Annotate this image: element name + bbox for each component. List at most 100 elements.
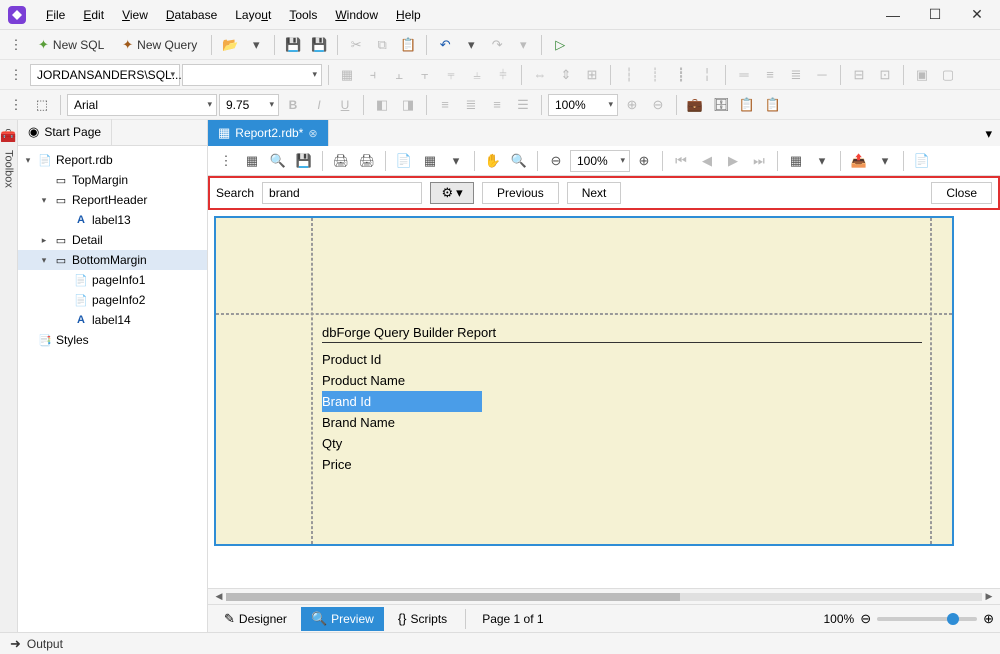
toolbox-icon[interactable]: 💼 — [683, 93, 707, 117]
tab-designer[interactable]: ✎Designer — [214, 607, 297, 631]
maximize-button[interactable]: ☐ — [920, 3, 950, 27]
fontsize-combo[interactable]: 9.75 — [219, 94, 279, 116]
report-field: Product Name — [322, 370, 482, 391]
grip-icon: ⋮ — [4, 93, 28, 117]
print-icon[interactable]: 🖨 — [329, 149, 353, 173]
watermark-drop-icon[interactable]: ▾ — [873, 149, 897, 173]
hspace-eq-icon: ┆ — [617, 63, 641, 87]
report-canvas-scroll[interactable]: dbForge Query Builder Report Product Id … — [208, 210, 1000, 588]
editor-tab-strip: ▦ Report2.rdb* ⊗ ▾ — [208, 120, 1000, 146]
content-area: ▦ Report2.rdb* ⊗ ▾ ⋮ ▦ 🔍 💾 🖨 🖨 📄 ▦ ▾ ✋ 🔍… — [208, 120, 1000, 632]
toolbox-sidebar[interactable]: 🧰 Toolbox — [0, 120, 18, 632]
tab-start-page[interactable]: ◉ Start Page — [18, 119, 112, 145]
quickprint-icon[interactable]: 🖨 — [355, 149, 379, 173]
menu-view[interactable]: View — [114, 4, 156, 26]
watermark-icon[interactable]: 📤 — [847, 149, 871, 173]
save-icon[interactable]: 💾 — [292, 149, 316, 173]
new-query-button[interactable]: ✦New Query — [114, 35, 205, 55]
zoom-slider[interactable] — [877, 617, 977, 621]
zoom-in-icon[interactable]: ⊕ — [983, 611, 994, 627]
tree-pageinfo2[interactable]: 📄pageInfo2 — [18, 290, 207, 310]
zoom-slider-thumb[interactable] — [947, 613, 959, 625]
font-combo[interactable]: Arial — [67, 94, 217, 116]
zoom-value: 100% — [823, 612, 854, 626]
scale-icon[interactable]: ▦ — [418, 149, 442, 173]
tree-pageinfo1[interactable]: 📄pageInfo1 — [18, 270, 207, 290]
output-label[interactable]: Output — [27, 637, 63, 651]
undo-button[interactable]: ↶ — [433, 33, 457, 57]
tree-topmargin[interactable]: ▭TopMargin — [18, 170, 207, 190]
tree-detail[interactable]: ▸▭Detail — [18, 230, 207, 250]
output-icon[interactable]: ➜ — [10, 636, 21, 652]
connection-combo[interactable]: JORDANSANDERS\SQL... — [30, 64, 180, 86]
tree-label13[interactable]: Alabel13 — [18, 210, 207, 230]
close-search-button[interactable]: Close — [931, 182, 992, 204]
align-top-icon: ⫧ — [439, 63, 463, 87]
menu-file[interactable]: FFileile — [38, 4, 73, 26]
tree-reportheader[interactable]: ▾▭ReportHeader — [18, 190, 207, 210]
tree-root[interactable]: ▾📄Report.rdb — [18, 150, 207, 170]
doc-tab-strip: ◉ Start Page — [18, 120, 207, 146]
tree-bottommargin[interactable]: ▾▭BottomMargin — [18, 250, 207, 270]
save-all-button[interactable]: 💾 — [307, 33, 331, 57]
close-tab-icon[interactable]: ⊗ — [308, 127, 317, 140]
tree-styles[interactable]: 📑Styles — [18, 330, 207, 350]
scroll-right-icon[interactable]: ▶ — [982, 591, 996, 602]
undo-drop-icon[interactable]: ▾ — [459, 33, 483, 57]
zoom-combo[interactable]: 100% — [548, 94, 618, 116]
export-icon[interactable]: 📄 — [910, 149, 934, 173]
open-button[interactable]: 📂 — [218, 33, 242, 57]
tab-overflow-icon[interactable]: ▾ — [977, 122, 1000, 146]
center-h-icon: ⊟ — [847, 63, 871, 87]
next-button[interactable]: Next — [567, 182, 622, 204]
tab-report2[interactable]: ▦ Report2.rdb* ⊗ — [208, 120, 329, 146]
zoomin-icon[interactable]: ⊕ — [632, 149, 656, 173]
open-drop-icon[interactable]: ▾ — [244, 33, 268, 57]
tree-label14[interactable]: Alabel14 — [18, 310, 207, 330]
menu-layout[interactable]: Layout — [227, 4, 279, 26]
close-window-button[interactable]: ✕ — [962, 3, 992, 27]
report-icon: ▦ — [218, 125, 230, 141]
hand-icon[interactable]: ✋ — [481, 149, 505, 173]
magnifier-icon[interactable]: 🔍 — [507, 149, 531, 173]
zoom-out-icon[interactable]: ⊖ — [860, 611, 871, 627]
previous-button[interactable]: Previous — [482, 182, 559, 204]
search-settings-button[interactable]: ⚙ ▾ — [430, 182, 474, 204]
find-icon[interactable]: 🔍 — [266, 149, 290, 173]
scroll-track[interactable] — [226, 593, 982, 601]
menu-database[interactable]: Database — [158, 4, 225, 26]
new-sql-button[interactable]: ✦New SQL — [30, 35, 112, 55]
database-combo[interactable] — [182, 64, 322, 86]
menu-edit[interactable]: Edit — [75, 4, 112, 26]
last-page-icon: ⏭ — [747, 149, 771, 173]
zoomout-icon[interactable]: ⊖ — [544, 149, 568, 173]
tab-preview[interactable]: 🔍Preview — [301, 607, 384, 631]
menu-window[interactable]: Window — [327, 4, 386, 26]
scroll-left-icon[interactable]: ◀ — [212, 591, 226, 602]
preview-zoom-combo[interactable]: 100% — [570, 150, 630, 172]
pagesetup-icon[interactable]: 📄 — [392, 149, 416, 173]
menu-tools[interactable]: Tools — [281, 4, 325, 26]
zoomout-icon: ⊖ — [646, 93, 670, 117]
multipage-drop-icon[interactable]: ▾ — [810, 149, 834, 173]
clipboard2-icon[interactable]: 📋 — [761, 93, 785, 117]
scale-drop-icon[interactable]: ▾ — [444, 149, 468, 173]
tab-scripts[interactable]: {}Scripts — [388, 607, 457, 630]
app-icon — [8, 6, 26, 24]
save-button[interactable]: 💾 — [281, 33, 305, 57]
pointer-icon[interactable]: ⬚ — [30, 93, 54, 117]
preview-icon: 🔍 — [311, 611, 327, 627]
vspace-rem-icon: ─ — [810, 63, 834, 87]
horizontal-scrollbar[interactable]: ◀ ▶ — [208, 588, 1000, 604]
page-status: Page 1 of 1 — [474, 612, 551, 626]
db-icon[interactable]: 🗄 — [709, 93, 733, 117]
toolbox-label: Toolbox — [3, 148, 15, 190]
search-input[interactable] — [262, 182, 422, 204]
clipboard-icon[interactable]: 📋 — [735, 93, 759, 117]
minimize-button[interactable]: — — [878, 3, 908, 27]
menubar: FFileile Edit View Database Layout Tools… — [38, 4, 429, 26]
multipage-icon[interactable]: ▦ — [784, 149, 808, 173]
menu-help[interactable]: Help — [388, 4, 429, 26]
thumbs-icon[interactable]: ▦ — [240, 149, 264, 173]
scroll-thumb[interactable] — [226, 593, 680, 601]
